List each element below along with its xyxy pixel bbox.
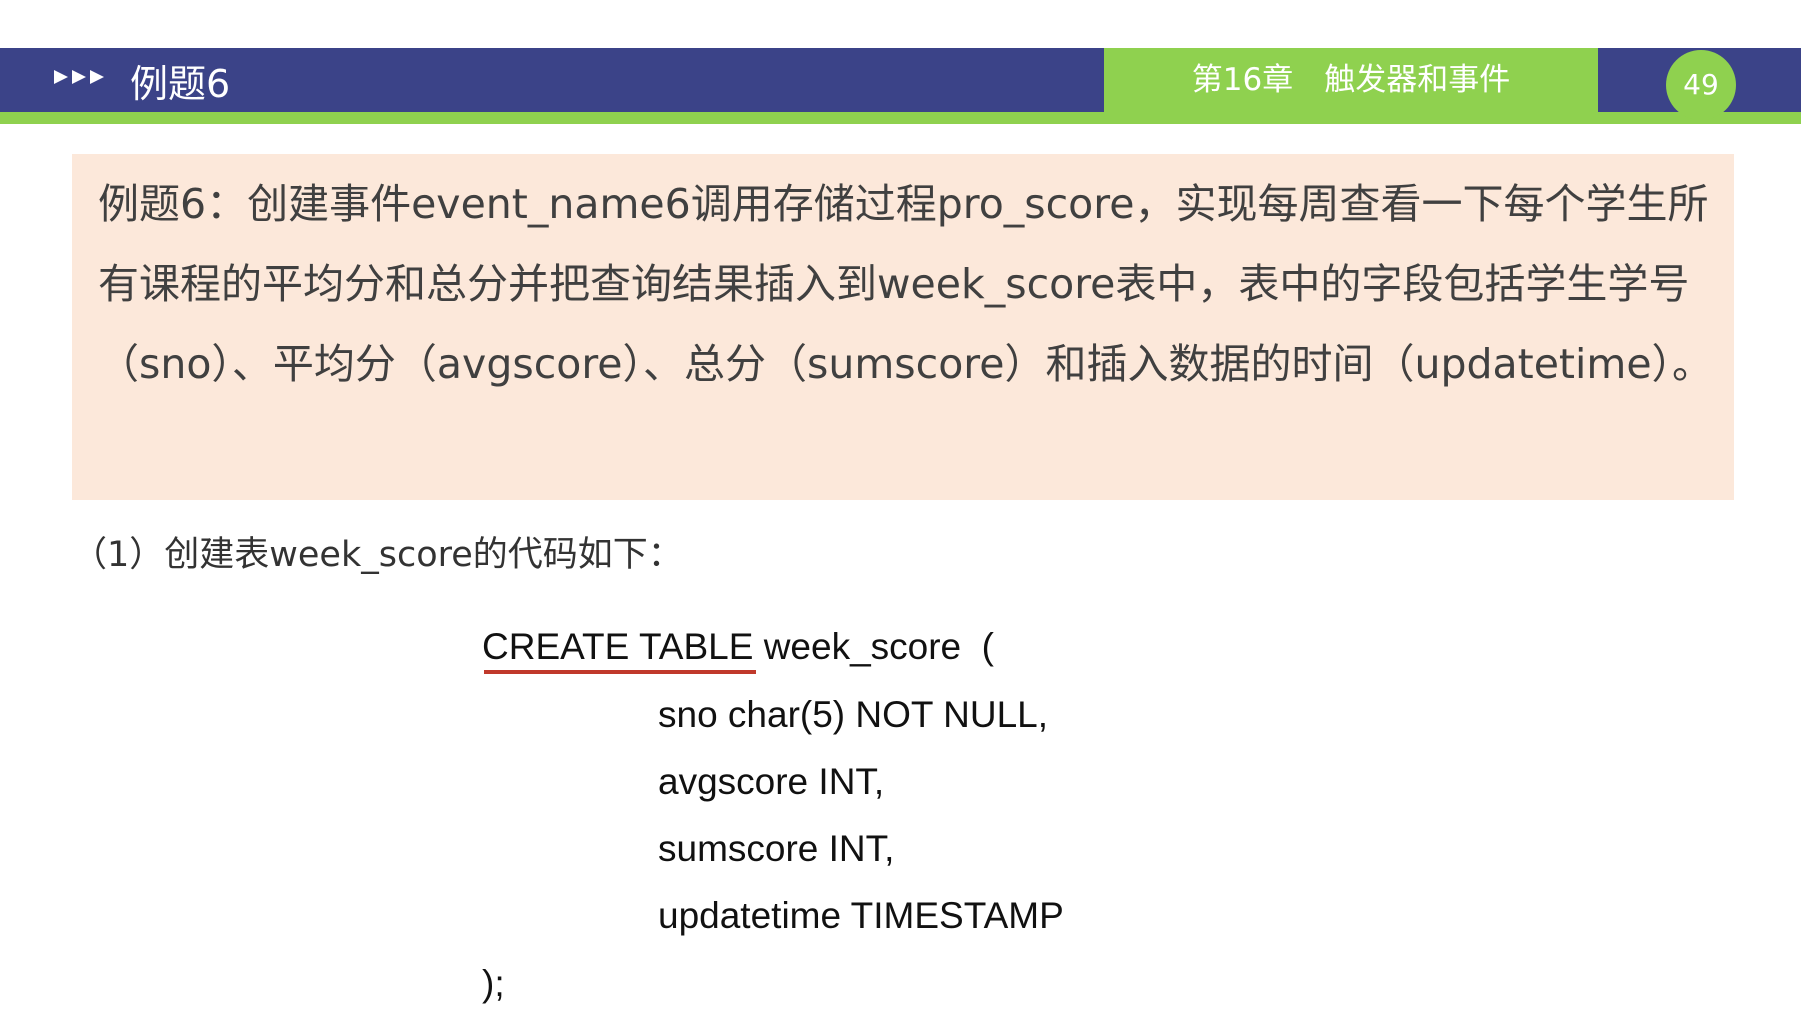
problem-text: 例题6：创建事件event_name6调用存储过程pro_score，实现每周查… — [98, 180, 1714, 388]
chapter-label: 第16章 触发器和事件 — [1191, 62, 1511, 98]
code-line-avgscore: avgscore INT, — [658, 761, 885, 802]
code-line-sno: sno char(5) NOT NULL, — [658, 694, 1048, 735]
arrow-icon — [90, 70, 104, 84]
triple-arrow-icon — [54, 70, 104, 84]
page-number-badge: 49 — [1666, 50, 1736, 120]
code-line-create-table: CREATE TABLE week_score ( — [482, 626, 995, 667]
code-line-close: ); — [482, 963, 505, 1004]
problem-box: 例题6：创建事件event_name6调用存储过程pro_score，实现每周查… — [72, 154, 1734, 500]
spellcheck-underline — [484, 670, 756, 674]
arrow-icon — [54, 70, 68, 84]
header-underline — [0, 112, 1801, 124]
slide-title: 例题6 — [130, 62, 231, 106]
code-line-sumscore: sumscore INT, — [658, 828, 895, 869]
arrow-icon — [72, 70, 86, 84]
step-label: （1）创建表week_score的代码如下： — [72, 535, 683, 575]
code-line-updatetime: updatetime TIMESTAMP — [658, 895, 1064, 936]
